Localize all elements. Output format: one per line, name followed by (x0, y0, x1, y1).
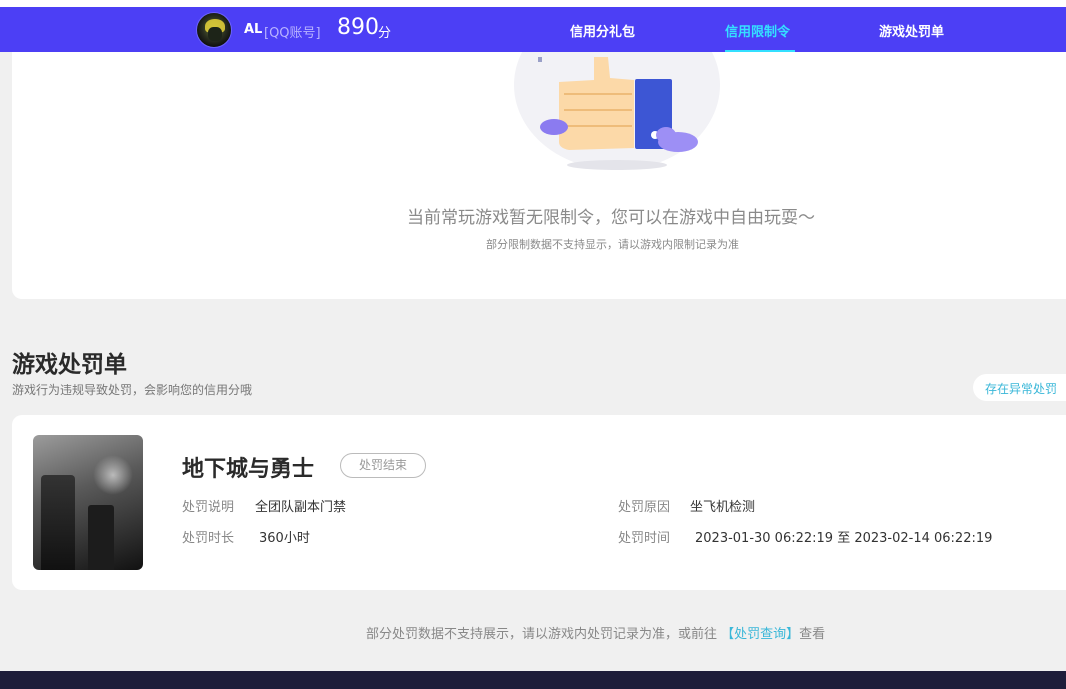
penalty-desc-label: 处罚说明 (182, 500, 235, 515)
account-type: [QQ账号] (264, 26, 321, 41)
penalty-duration-value: 360小时 (259, 531, 310, 546)
username: AL (244, 22, 263, 37)
game-cover-image (33, 435, 143, 570)
penalty-section-title: 游戏处罚单 (12, 352, 127, 378)
penalty-reason-label: 处罚原因 (618, 500, 671, 515)
penalty-reason-value: 坐飞机检测 (690, 500, 756, 515)
thumbs-up-illustration (514, 52, 720, 170)
report-abnormal-penalty-button[interactable]: 存在异常处罚 (973, 374, 1066, 401)
penalty-footer-note: 部分处罚数据不支持展示，请以游戏内处罚记录为准，或前往 【处罚查询】查看 (366, 623, 825, 642)
footer-note-prefix: 部分处罚数据不支持展示，请以游戏内处罚记录为准，或前往 (366, 627, 718, 642)
penalty-duration-label: 处罚时长 (182, 531, 235, 546)
empty-restriction-message: 当前常玩游戏暂无限制令，您可以在游戏中自由玩耍～ (407, 208, 815, 228)
top-edge (0, 0, 1066, 7)
penalty-time-value: 2023-01-30 06:22:19 至 2023-02-14 06:22:1… (695, 531, 993, 546)
penalty-section-description: 游戏行为违规导致处罚，会影响您的信用分哦 (12, 383, 253, 397)
penalty-time-label: 处罚时间 (618, 531, 671, 546)
tab-credit-restriction[interactable]: 信用限制令 (725, 21, 790, 40)
penalty-desc-value: 全团队副本门禁 (255, 500, 347, 515)
footer-note-suffix: 查看 (799, 627, 826, 642)
penalty-card (12, 415, 1066, 590)
score-unit: 分 (378, 26, 392, 41)
credit-score: 890 (337, 15, 379, 40)
avatar[interactable] (196, 12, 232, 48)
bottom-footer-bar (0, 671, 1066, 689)
tab-game-penalty[interactable]: 游戏处罚单 (879, 21, 944, 40)
empty-restriction-note: 部分限制数据不支持显示，请以游戏内限制记录为准 (486, 238, 739, 251)
penalty-query-link[interactable]: 【处罚查询】 (721, 627, 799, 642)
top-nav-bar: AL [QQ账号] 890 分 信用分礼包 信用限制令 游戏处罚单 (0, 7, 1066, 52)
penalty-game-title: 地下城与勇士 (182, 457, 315, 482)
status-badge: 处罚结束 (340, 453, 426, 478)
tab-credit-gift[interactable]: 信用分礼包 (570, 21, 635, 40)
